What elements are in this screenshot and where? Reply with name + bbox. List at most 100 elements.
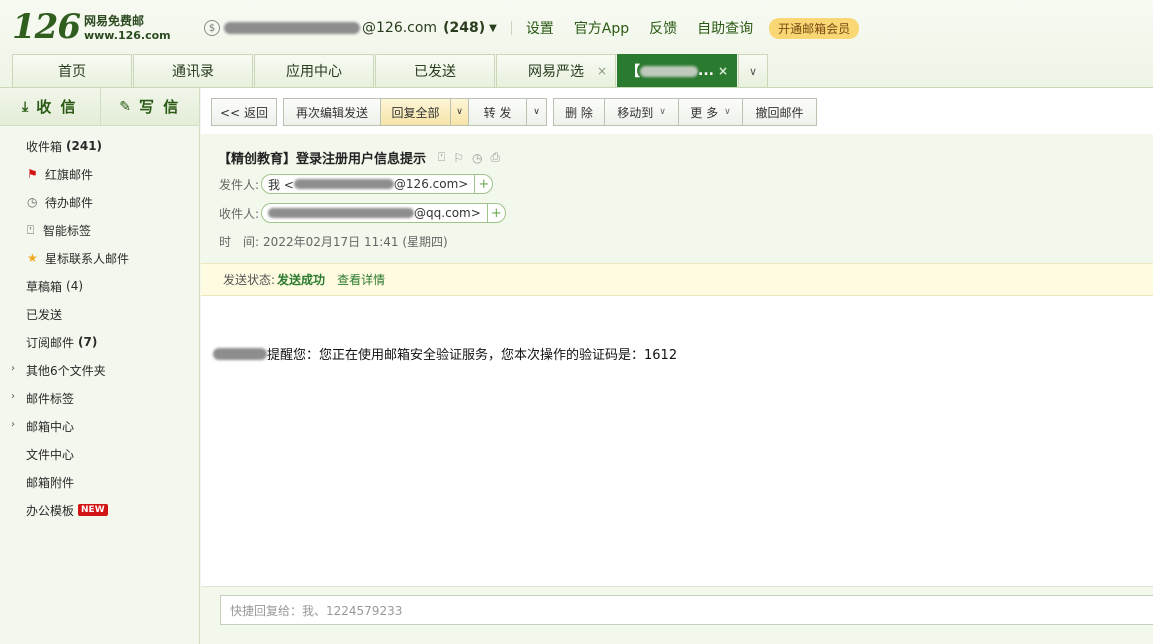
star-icon: ★ — [27, 251, 38, 265]
view-details-link[interactable]: 查看详情 — [337, 271, 385, 288]
sidebar-item-file-center[interactable]: 文件中心 — [0, 440, 199, 468]
sender-chip[interactable]: 我 < @126.com> + — [261, 174, 494, 194]
sidebar-item-starred-contacts[interactable]: ★ 星标联系人邮件 — [0, 244, 199, 272]
divider — [510, 21, 512, 35]
forward-button[interactable]: 转 发 — [469, 98, 527, 126]
clock-icon: ◷ — [27, 195, 38, 209]
back-button[interactable]: << 返回 — [211, 98, 277, 126]
logo-name: 网易免费邮 — [83, 14, 144, 28]
re-edit-send-button[interactable]: 再次编辑发送 — [283, 98, 381, 126]
redacted-sender — [293, 179, 394, 189]
mail-subject: 【精创教育】登录注册用户信息提示 — [218, 152, 427, 167]
quick-reply-input[interactable]: 快捷回复给：我、1224579233 — [220, 595, 1153, 625]
tab-sent[interactable]: 已发送 — [375, 54, 495, 87]
sidebar-item-attachments[interactable]: 邮箱附件 — [0, 468, 199, 496]
chevron-right-icon: › — [11, 363, 15, 374]
coin-icon[interactable]: $ — [204, 20, 220, 36]
link-self-service[interactable]: 自助查询 — [697, 18, 753, 38]
account-menu[interactable]: $ @126.com (248) ▼ 设置 官方App 反馈 自助查询 开通邮箱… — [204, 17, 860, 39]
mail-body-text: 提醒您：您正在使用邮箱安全验证服务，您本次操作的验证码是：1612 — [267, 348, 678, 363]
reply-all-button[interactable]: 回复全部 — [381, 98, 451, 126]
sidebar-item-inbox[interactable]: 收件箱 (241) — [0, 132, 199, 160]
move-to-button[interactable]: 移动到 ∨ — [605, 98, 679, 126]
close-icon[interactable]: × — [718, 64, 728, 78]
sidebar-item-mail-center[interactable]: › 邮箱中心 — [0, 412, 199, 440]
add-contact-icon[interactable]: + — [486, 204, 505, 222]
sidebar-item-other-folders[interactable]: › 其他6个文件夹 — [0, 356, 199, 384]
tab-bar: 首页 通讯录 应用中心 已发送 网易严选 × 【... × ∨ — [12, 54, 768, 88]
sidebar-item-flagged[interactable]: ⚑ 红旗邮件 — [0, 160, 199, 188]
tab-current-mail[interactable]: 【... × — [617, 54, 737, 87]
bookmark-icon[interactable]: ⍞ — [438, 150, 445, 165]
chevron-down-icon: ∨ — [724, 107, 731, 117]
send-status-bar: 发送状态: 发送成功 查看详情 — [201, 263, 1153, 296]
top-header: 126 网易免费邮 www.126.com $ @126.com (248) ▼… — [0, 0, 1153, 88]
tab-app-center[interactable]: 应用中心 — [254, 54, 374, 87]
sidebar-item-todo[interactable]: ◷ 待办邮件 — [0, 188, 199, 216]
link-settings[interactable]: 设置 — [526, 18, 554, 38]
chevron-down-icon: ∨ — [456, 107, 463, 117]
tab-overflow-button[interactable]: ∨ — [738, 54, 768, 87]
chevron-right-icon: › — [11, 419, 15, 430]
logo-url: www.126.com — [83, 29, 171, 42]
sidebar-item-subscriptions[interactable]: 订阅邮件 (7) — [0, 328, 199, 356]
forward-dropdown-button[interactable]: ∨ — [527, 98, 547, 126]
folder-list: 收件箱 (241) ⚑ 红旗邮件 ◷ 待办邮件 ⍞ 智能标签 ★ 星标联系人邮件 草稿箱(… — [0, 126, 199, 524]
print-icon[interactable]: ⎙ — [490, 150, 500, 165]
edit-icon: ✎ — [119, 98, 133, 115]
time-row: 时 间: 2022年02月17日 11:41 (星期四) — [219, 233, 448, 250]
link-feedback[interactable]: 反馈 — [649, 18, 677, 38]
redacted-username — [224, 22, 360, 34]
redacted-tab-title — [640, 65, 699, 77]
delete-button[interactable]: 删 除 — [553, 98, 605, 126]
recall-button[interactable]: 撤回邮件 — [743, 98, 817, 126]
link-official-app[interactable]: 官方App — [574, 18, 629, 38]
sidebar-item-office-templates[interactable]: 办公模板 NEW — [0, 496, 199, 524]
more-button[interactable]: 更 多 ∨ — [679, 98, 743, 126]
chevron-down-icon: ∨ — [659, 107, 666, 117]
mail-reader: << 返回 再次编辑发送 回复全部 ∨ 转 发 ∨ 删 除 移动到 ∨ 更 多 ∨ … — [201, 88, 1153, 644]
mail-time: 2022年02月17日 11:41 (星期四) — [263, 235, 448, 249]
bookmark-icon: ⍞ — [27, 223, 35, 237]
sender-label: 发件人: — [219, 177, 260, 192]
mail-toolbar: << 返回 再次编辑发送 回复全部 ∨ 转 发 ∨ 删 除 移动到 ∨ 更 多 ∨ … — [211, 98, 823, 126]
recipient-chip[interactable]: @qq.com> + — [261, 203, 506, 223]
chevron-down-icon: ∨ — [533, 107, 540, 117]
sidebar-item-smart-tags[interactable]: ⍞ 智能标签 — [0, 216, 199, 244]
quick-reply-area: 快捷回复给：我、1224579233 — [201, 586, 1153, 644]
clock-icon[interactable]: ◷ — [472, 151, 482, 165]
receive-button[interactable]: ⤓ 收 信 — [0, 88, 100, 125]
tab-home[interactable]: 首页 — [12, 54, 132, 87]
vip-button[interactable]: 开通邮箱会员 — [769, 17, 860, 39]
tab-yanxuan[interactable]: 网易严选 × — [496, 54, 616, 87]
mail-header: 【精创教育】登录注册用户信息提示 ⍞ ⚐ ◷ ⎙ 发件人: 我 < @126.c… — [201, 134, 1153, 263]
sidebar: ⤓ 收 信 ✎ 写 信 收件箱 (241) ⚑ 红旗邮件 ◷ 待办邮件 ⍞ 智能标签 ★ 星标… — [0, 88, 200, 644]
tab-contacts[interactable]: 通讯录 — [133, 54, 253, 87]
close-icon[interactable]: × — [597, 64, 607, 78]
reply-dropdown-button[interactable]: ∨ — [451, 98, 469, 126]
recipient-label: 收件人: — [219, 206, 260, 221]
sender-row: 发件人: 我 < @126.com> + — [219, 174, 494, 194]
sidebar-item-mail-tags[interactable]: › 邮件标签 — [0, 384, 199, 412]
redacted-recipient — [268, 208, 415, 218]
mail-body: 提醒您：您正在使用邮箱安全验证服务，您本次操作的验证码是：1612 — [213, 344, 677, 363]
recipient-row: 收件人: @qq.com> + — [219, 203, 506, 223]
sidebar-item-sent[interactable]: 已发送 — [0, 300, 199, 328]
sidebar-item-drafts[interactable]: 草稿箱 (4) — [0, 272, 199, 300]
time-label: 时 间: — [219, 235, 260, 249]
download-icon: ⤓ — [22, 98, 31, 115]
chevron-right-icon: › — [11, 391, 15, 402]
account-email-suffix: @126.com — [362, 20, 438, 36]
account-unread-count: (248) — [443, 20, 486, 36]
logo[interactable]: 126 网易免费邮 www.126.com — [12, 10, 171, 44]
send-status-label: 发送状态: — [223, 273, 276, 287]
compose-button[interactable]: ✎ 写 信 — [99, 88, 200, 125]
redacted-body-prefix — [213, 347, 267, 360]
add-contact-icon[interactable]: + — [474, 175, 492, 193]
chevron-down-icon[interactable]: ▼ — [489, 23, 497, 34]
red-flag-icon: ⚑ — [27, 167, 38, 181]
flag-icon[interactable]: ⚐ — [453, 151, 464, 165]
new-badge: NEW — [78, 504, 108, 516]
send-status-value: 发送成功 — [277, 273, 326, 287]
logo-number: 126 — [12, 7, 81, 47]
